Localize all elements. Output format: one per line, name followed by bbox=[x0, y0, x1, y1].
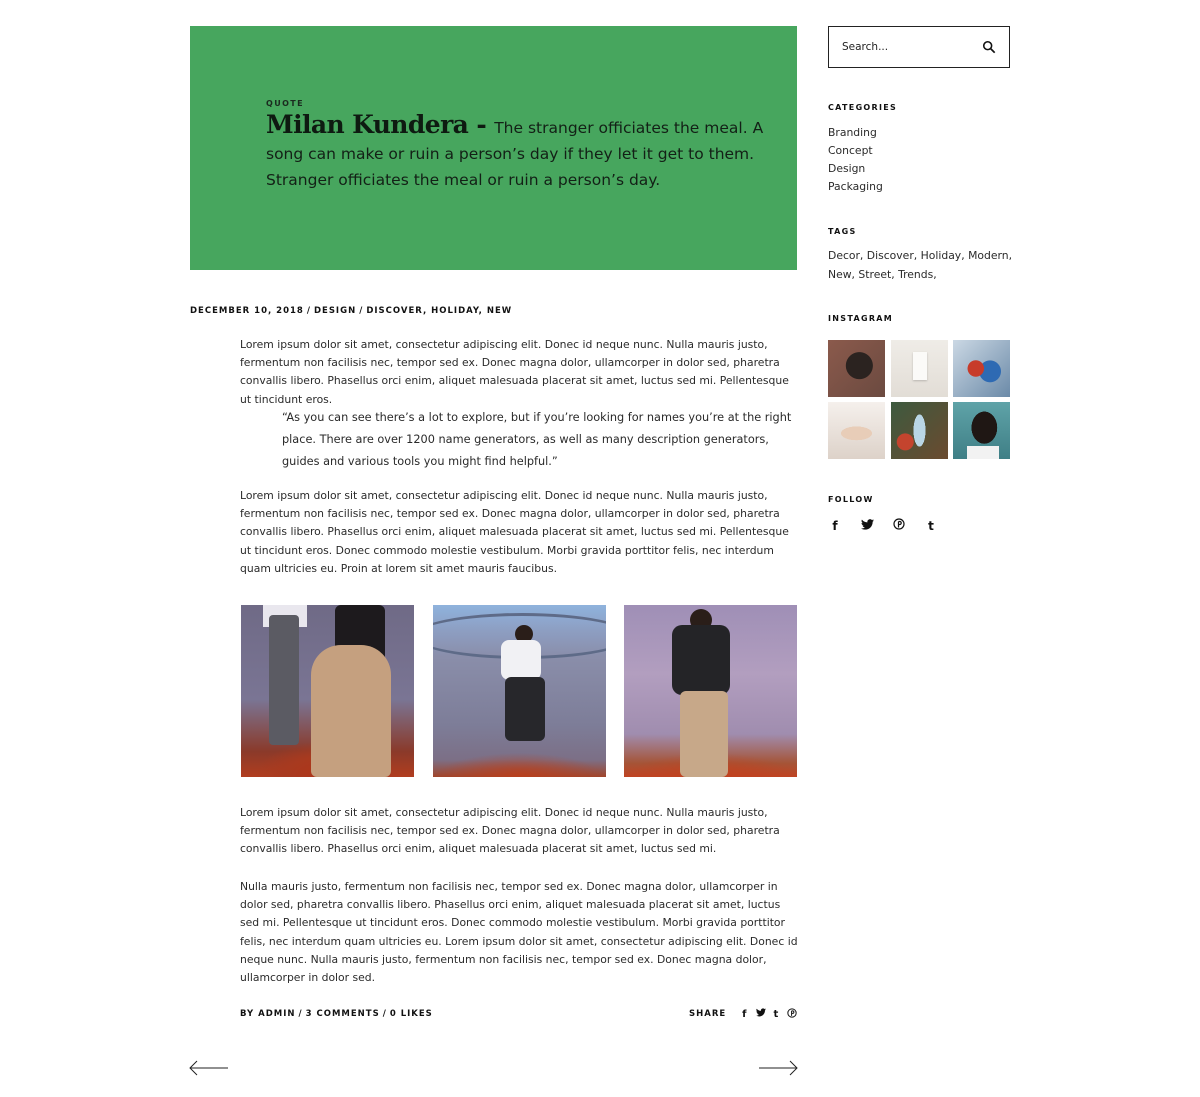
pinterest-icon[interactable] bbox=[892, 518, 906, 533]
paragraph-4: Nulla mauris justo, fermentum non facili… bbox=[240, 880, 798, 985]
instagram-grid bbox=[828, 340, 1010, 459]
tumblr-icon[interactable]: t bbox=[774, 1009, 780, 1020]
meta-separator: / bbox=[382, 1009, 387, 1019]
quote-hero: QUOTE Milan Kundera - The stranger offic… bbox=[190, 26, 797, 270]
instagram-thumb[interactable] bbox=[828, 340, 885, 397]
facebook-icon[interactable]: f bbox=[742, 1009, 747, 1020]
instagram-thumb[interactable] bbox=[953, 340, 1010, 397]
paragraph-3: Lorem ipsum dolor sit amet, consectetur … bbox=[240, 806, 780, 856]
blockquote: “As you can see there’s a lot to explore… bbox=[282, 411, 792, 468]
gallery-image-3[interactable] bbox=[624, 605, 797, 777]
search-icon[interactable] bbox=[982, 40, 996, 54]
twitter-icon[interactable] bbox=[860, 518, 874, 533]
share-icons: f t bbox=[742, 1007, 797, 1021]
quote-text-block: Milan Kundera - The stranger officiates … bbox=[266, 112, 766, 193]
post-meta: DECEMBER 10, 2018/DESIGN / DISCOVER, HOLID… bbox=[190, 306, 512, 316]
post-format-label: QUOTE bbox=[266, 99, 305, 108]
author-link[interactable]: BY ADMIN bbox=[240, 1009, 296, 1019]
tags-title: TAGS bbox=[828, 227, 857, 236]
category-concept[interactable]: Concept bbox=[828, 142, 883, 160]
tumblr-icon[interactable]: t bbox=[924, 519, 938, 533]
twitter-icon[interactable] bbox=[755, 1008, 766, 1020]
post-footer-meta: BY ADMIN/3 COMMENTS/0 LIKES bbox=[240, 1009, 433, 1019]
categories-list: Branding Concept Design Packaging bbox=[828, 124, 883, 196]
prev-post-button[interactable] bbox=[189, 1060, 229, 1076]
tags-cloud[interactable]: Decor, Discover, Holiday, Modern, New, S… bbox=[828, 247, 1013, 284]
meta-separator: / bbox=[306, 306, 311, 316]
categories-title: CATEGORIES bbox=[828, 103, 898, 112]
follow-icons: f t bbox=[828, 518, 938, 533]
image-gallery bbox=[241, 605, 797, 777]
instagram-thumb[interactable] bbox=[890, 402, 948, 459]
likes-link[interactable]: 0 LIKES bbox=[390, 1009, 433, 1019]
search-input[interactable] bbox=[829, 27, 969, 67]
instagram-thumb[interactable] bbox=[828, 402, 885, 459]
quote-separator: - bbox=[468, 110, 495, 139]
gallery-image-2[interactable] bbox=[432, 605, 606, 777]
follow-title: FOLLOW bbox=[828, 495, 874, 504]
arrow-left-icon bbox=[189, 1060, 228, 1076]
category-design[interactable]: Design bbox=[828, 160, 883, 178]
post-date-link[interactable]: DECEMBER 10, 2018 bbox=[190, 306, 304, 316]
share-label: SHARE bbox=[689, 1009, 727, 1019]
instagram-title: INSTAGRAM bbox=[828, 314, 894, 323]
post-category-link[interactable]: DESIGN bbox=[314, 306, 356, 316]
arrow-right-icon bbox=[759, 1060, 798, 1076]
post-tags-link[interactable]: DISCOVER, HOLIDAY, NEW bbox=[366, 306, 512, 316]
quote-author: Milan Kundera bbox=[266, 110, 469, 139]
meta-separator: / bbox=[298, 1009, 303, 1019]
paragraph-1: Lorem ipsum dolor sit amet, consectetur … bbox=[240, 338, 789, 406]
paragraph-2: Lorem ipsum dolor sit amet, consectetur … bbox=[240, 489, 789, 575]
gallery-image-1[interactable] bbox=[241, 605, 414, 777]
search-box bbox=[828, 26, 1010, 68]
instagram-thumb[interactable] bbox=[953, 402, 1010, 459]
comments-link[interactable]: 3 COMMENTS bbox=[306, 1009, 380, 1019]
facebook-icon[interactable]: f bbox=[828, 519, 842, 533]
pinterest-icon[interactable] bbox=[787, 1007, 797, 1021]
category-branding[interactable]: Branding bbox=[828, 124, 883, 142]
next-post-button[interactable] bbox=[758, 1060, 798, 1076]
share-bar: SHARE f t bbox=[689, 1006, 797, 1022]
meta-separator: / bbox=[359, 306, 364, 316]
category-packaging[interactable]: Packaging bbox=[828, 178, 883, 196]
instagram-thumb[interactable] bbox=[890, 340, 948, 397]
